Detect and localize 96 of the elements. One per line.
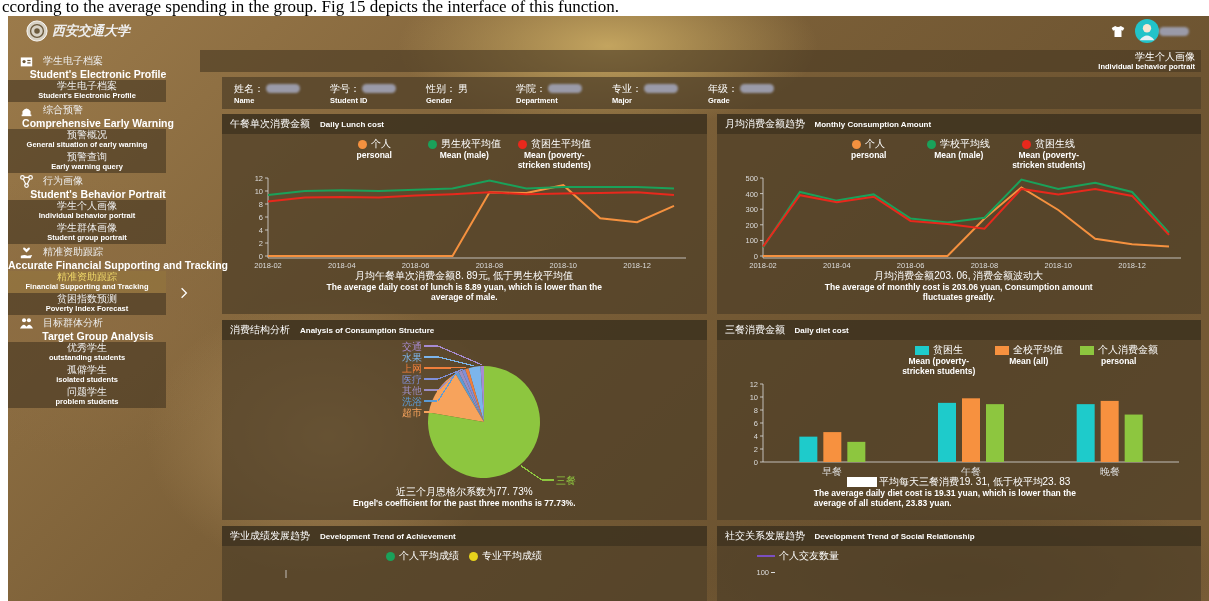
- legend-label-english: personal: [851, 150, 887, 160]
- legend-label-english: Mean (poverty-stricken students): [901, 356, 977, 376]
- menu-group-heading[interactable]: Target Group Analysis: [42, 330, 154, 342]
- legend-label-english: personal: [1101, 356, 1137, 366]
- slice-label: 超市: [402, 407, 423, 418]
- bar: [1124, 414, 1143, 462]
- summary-text: 月均午餐单次消费金额8. 89元, 低于男生校平均值: [355, 270, 574, 282]
- summary-text: 月均消费金额203. 06, 消费金额波动大: [874, 270, 1044, 282]
- panel-title: 学业成绩发展趋势: [230, 529, 310, 543]
- redacted-value: [644, 84, 678, 93]
- panel-title: 月均消费金额趋势: [724, 117, 805, 131]
- menu-group-title: 精准资助跟踪: [43, 245, 103, 259]
- bar: [1100, 400, 1119, 462]
- slice-label: 其他: [402, 385, 423, 396]
- summary-text-english: Engel's coefficient for the past three months is 77.73%.: [351, 498, 577, 508]
- legend-label[interactable]: 个人: [370, 138, 391, 150]
- field-value: 男: [458, 81, 468, 96]
- legend-label[interactable]: 贫困生: [932, 344, 963, 356]
- bar: [799, 436, 818, 462]
- page-title: 学生个人画像: [1135, 50, 1195, 62]
- bar: [1076, 404, 1095, 462]
- bar: [937, 402, 956, 462]
- summary-text-english: The average daily diet cost is 19.31 yuan, which is lower than the average of all student, 23.83 yuan.: [813, 488, 1077, 508]
- field-label: 学号：: [330, 81, 360, 96]
- redacted-value: [266, 84, 300, 93]
- network-icon: [20, 174, 33, 188]
- panel-title: 午餐单次消费金额: [230, 117, 310, 131]
- shirt-icon[interactable]: [1111, 24, 1125, 38]
- avatar[interactable]: [1135, 19, 1159, 43]
- panel-title: 社交关系发展趋势: [724, 529, 805, 543]
- redacted-value: [740, 84, 774, 93]
- legend-label[interactable]: 个人消费金额: [1097, 344, 1158, 356]
- menu-group-title: 学生电子档案: [43, 54, 103, 68]
- redacted-user-name: [1159, 26, 1189, 36]
- y-axis: [285, 569, 287, 578]
- panel-title: 三餐消费金额: [724, 323, 785, 337]
- panel-title: 消费结构分析: [230, 323, 290, 337]
- legend-label-english: Mean (male): [439, 150, 489, 160]
- legend-label-english: Mean (poverty-stricken students): [1011, 150, 1087, 170]
- panel-title-english: Analysis of Consumption Structure: [300, 325, 435, 335]
- menu-group-heading[interactable]: Accurate Financial Supporting and Tracking: [8, 259, 228, 271]
- university-emblem-icon: [26, 20, 48, 42]
- axis-label: 午餐: [960, 466, 981, 476]
- id-card-icon: [20, 54, 33, 68]
- legend-label[interactable]: 全校平均值: [1012, 344, 1063, 356]
- legend-label[interactable]: 贫困生线: [1035, 138, 1076, 150]
- summary-text: 平均每天三餐消费19. 31, 低于校平均23. 83: [847, 476, 1071, 488]
- panel-title-english: Development Trend of Social Relationship: [814, 531, 975, 541]
- bar: [847, 441, 866, 462]
- axis-label: 晚餐: [1099, 466, 1120, 476]
- menu-group-heading[interactable]: Student's Behavior Portrait: [30, 188, 166, 200]
- summary-text-english: The average daily cost of lunch is 8.89 yuan, which is lower than the average of male.: [325, 282, 603, 302]
- menu-group-title: 综合预警: [43, 103, 83, 117]
- legend-label-english: personal: [356, 150, 392, 160]
- caption-text: ccording to the average spending in the group. Fig 15 depicts the interface of this function.: [1, 0, 621, 16]
- slice-label: 水果: [402, 352, 423, 363]
- legend-label[interactable]: 个人平均成绩: [399, 550, 460, 562]
- field-label: 性别：: [426, 81, 456, 96]
- axis-label: 早餐: [822, 466, 843, 476]
- summary-text: 近三个月恩格尔系数为77. 73%: [395, 486, 533, 498]
- slice-label: 洗浴: [402, 396, 423, 407]
- bar: [985, 404, 1004, 462]
- slice-label: 上网: [402, 363, 423, 374]
- legend-label[interactable]: 男生校平均值: [440, 138, 501, 150]
- menu-group-heading[interactable]: Student's Electronic Profile: [29, 68, 167, 80]
- people-icon: [20, 316, 33, 330]
- legend-label-english: Mean (all): [1009, 356, 1049, 366]
- menu-group-title: 目标群体分析: [43, 316, 103, 330]
- redacted-value: [362, 84, 396, 93]
- panel-title-english: Daily Lunch cost: [320, 119, 384, 129]
- panel-title-english: Monthly Consumption Amount: [814, 119, 932, 129]
- legend-label[interactable]: 个人: [865, 138, 886, 150]
- legend-label-english: Mean (male): [934, 150, 984, 160]
- menu-group-heading[interactable]: Comprehensive Early Warning: [22, 117, 174, 129]
- legend-label[interactable]: 学校平均线: [940, 138, 991, 150]
- slice-label: 交通: [402, 341, 423, 352]
- legend-label[interactable]: 贫困生平均值: [530, 138, 591, 150]
- bar: [961, 398, 980, 462]
- chevron-right-icon[interactable]: [180, 286, 188, 300]
- redacted-value: [548, 84, 582, 93]
- legend-label[interactable]: 专业平均成绩: [482, 550, 543, 562]
- menu-group-title: 行为画像: [43, 174, 83, 188]
- field-label: 学院：: [516, 81, 546, 96]
- field-label: 年级：: [708, 81, 738, 96]
- field-label: 专业：: [612, 81, 642, 96]
- logo-text: 西安交通大学: [52, 22, 130, 40]
- bar: [823, 432, 842, 462]
- y-axis: [771, 572, 775, 573]
- field-label: 姓名：: [234, 81, 264, 96]
- panel-title-english: Development Trend of Achievement: [320, 531, 456, 541]
- legend-label[interactable]: 个人交友数量: [778, 550, 839, 562]
- slice-label: 三餐: [556, 475, 577, 486]
- panel-title-english: Daily diet cost: [794, 325, 849, 335]
- legend-label-english: Mean (poverty-stricken students): [516, 150, 592, 170]
- summary-text-english: The average of monthly cost is 203.06 yuan, Consumption amount fluctuates greatly.: [823, 282, 1094, 302]
- slice-label: 医疗: [402, 374, 423, 385]
